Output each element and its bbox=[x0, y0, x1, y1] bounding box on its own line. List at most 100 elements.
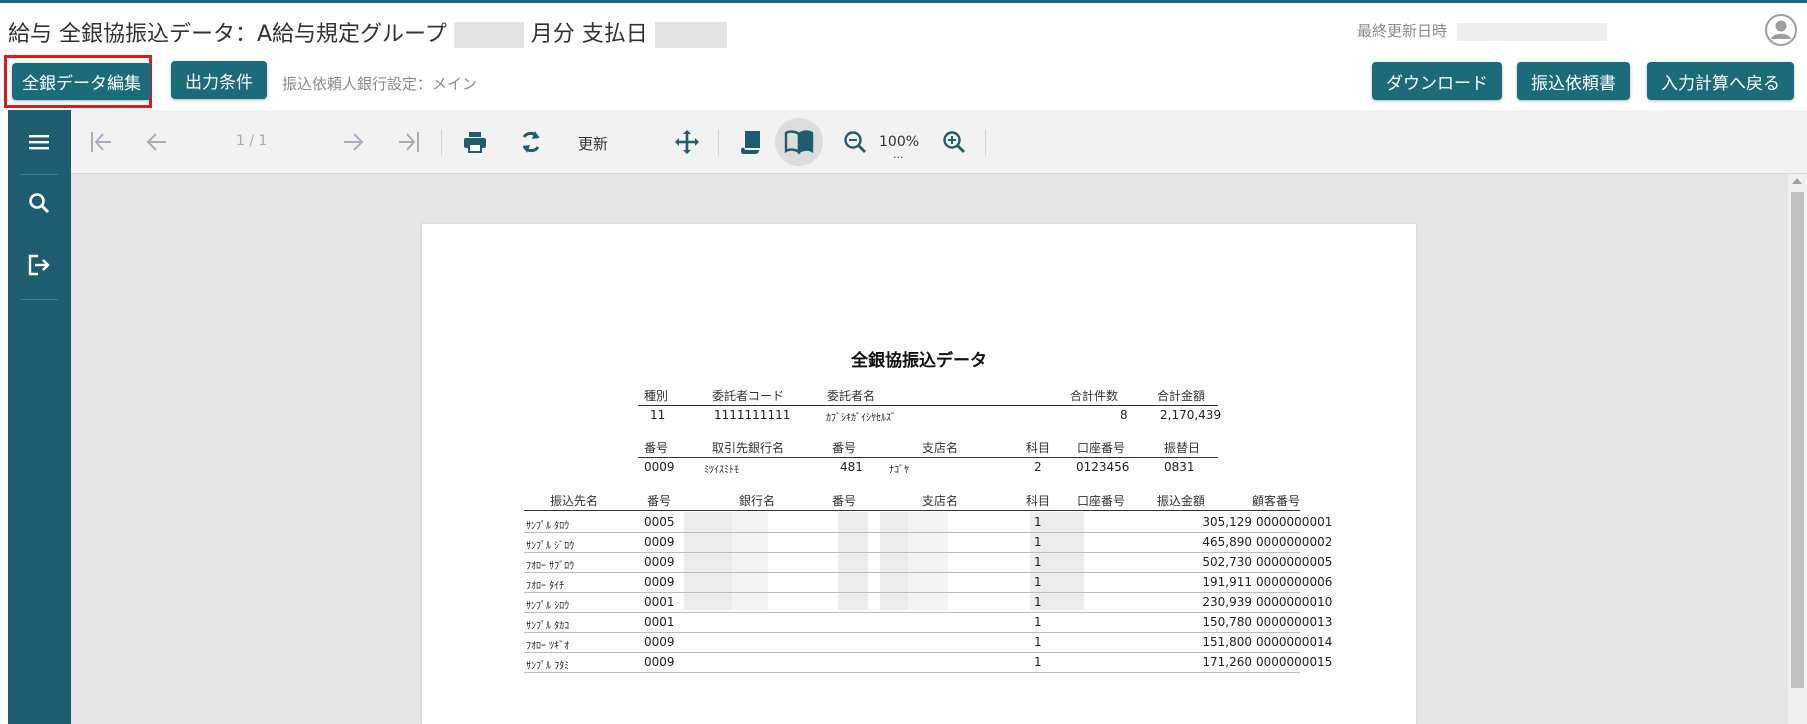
back-to-input-button[interactable]: 入力計算へ戻る bbox=[1647, 62, 1794, 100]
page-title: 給与 全銀協振込データ：A給与規定グループ 月分 支払日 bbox=[8, 16, 727, 48]
scroll-up-arrow[interactable] bbox=[1792, 178, 1802, 184]
account-type: 1 bbox=[1034, 575, 1042, 589]
col-label: 支店名 bbox=[922, 494, 959, 508]
transfer-amount: 305,129 bbox=[1202, 515, 1252, 529]
table-row bbox=[524, 572, 1300, 573]
transfer-request-button[interactable]: 振込依頼書 bbox=[1517, 62, 1630, 100]
book-view-icon[interactable] bbox=[775, 118, 823, 166]
payee-name: ｻﾝﾌﾟﾙ ﾌﾀﾐ bbox=[526, 661, 570, 672]
transfer-amount: 502,730 bbox=[1202, 555, 1252, 569]
transfer-amount: 171,260 bbox=[1202, 655, 1252, 669]
print-icon[interactable] bbox=[451, 118, 499, 166]
next-page-icon[interactable] bbox=[329, 118, 377, 166]
col-label: 銀行名 bbox=[739, 494, 776, 508]
account-type: 1 bbox=[1034, 635, 1042, 649]
viewer-toolbar: 1 / 1 更新 100% ... bbox=[71, 110, 1807, 174]
zoom-in-icon[interactable] bbox=[930, 118, 978, 166]
table-row bbox=[524, 612, 1300, 613]
menu-icon[interactable] bbox=[16, 119, 62, 165]
top-accent-line bbox=[0, 0, 1807, 3]
zoom-more[interactable]: ... bbox=[893, 148, 904, 161]
account-type: 1 bbox=[1034, 535, 1042, 549]
report-viewer: 1 / 1 更新 100% ... 全銀協振込データ 種別 委託者コード 委託者… bbox=[8, 110, 1807, 724]
col-label: 番号 bbox=[647, 494, 672, 508]
header-rule bbox=[638, 405, 1218, 406]
transfer-amount: 151,800 bbox=[1202, 635, 1252, 649]
scroll-thumb[interactable] bbox=[1791, 192, 1804, 688]
cell: 11 bbox=[650, 408, 666, 422]
customer-number: 0000000006 bbox=[1256, 575, 1333, 589]
toolbar-divider bbox=[985, 130, 986, 156]
table-row bbox=[524, 652, 1300, 653]
edit-all-button[interactable]: 全銀データ編集 bbox=[12, 63, 151, 100]
payee-name: ﾌｵﾛｰ ｻﾌﾞﾛｳ bbox=[526, 561, 575, 572]
account-type: 1 bbox=[1034, 515, 1042, 529]
export-icon[interactable] bbox=[16, 242, 62, 288]
table-row bbox=[524, 532, 1300, 533]
col-label: 振込先名 bbox=[550, 494, 599, 508]
edit-all-highlight: 全銀データ編集 bbox=[4, 55, 152, 108]
bank-setting-text: 振込依頼人銀行設定：メイン bbox=[282, 75, 478, 93]
vertical-scrollbar[interactable] bbox=[1788, 174, 1807, 724]
continuous-view-icon[interactable] bbox=[727, 118, 775, 166]
transfer-amount: 191,911 bbox=[1202, 575, 1252, 589]
detail-header-rule bbox=[524, 510, 1300, 511]
account-type: 1 bbox=[1034, 655, 1042, 669]
col-label: 番号 bbox=[832, 441, 857, 455]
page-indicator[interactable]: 1 / 1 bbox=[236, 133, 267, 149]
download-button[interactable]: ダウンロード bbox=[1372, 62, 1502, 100]
last-page-icon[interactable] bbox=[385, 118, 433, 166]
table-row bbox=[524, 592, 1300, 593]
cell: 481 bbox=[840, 460, 863, 474]
title-prefix: 給与 全銀協振込データ：A給与規定グループ bbox=[8, 22, 447, 47]
col-label: 合計金額 bbox=[1157, 389, 1206, 403]
cell: 2 bbox=[1034, 460, 1042, 474]
col-label: 支店名 bbox=[922, 441, 959, 455]
bank-number: 0005 bbox=[644, 515, 675, 529]
col-label: 委託者名 bbox=[827, 389, 876, 403]
app-root: 給与 全銀協振込データ：A給与規定グループ 月分 支払日 最終更新日時 全銀デー… bbox=[0, 0, 1807, 724]
customer-number: 0000000010 bbox=[1256, 595, 1333, 609]
col-label: 科目 bbox=[1026, 494, 1051, 508]
refresh-icon[interactable] bbox=[507, 118, 555, 166]
cell: 0123456 bbox=[1076, 460, 1130, 474]
pan-icon[interactable] bbox=[663, 118, 711, 166]
viewer-side-rail bbox=[8, 110, 71, 724]
customer-number: 0000000005 bbox=[1256, 555, 1333, 569]
col-label: 番号 bbox=[832, 494, 857, 508]
transfer-amount: 230,939 bbox=[1202, 595, 1252, 609]
rail-divider bbox=[20, 174, 58, 175]
col-label: 科目 bbox=[1026, 441, 1051, 455]
payee-name: ﾌｵﾛｰ ﾂｷﾞｵ bbox=[526, 641, 570, 652]
report-title: 全銀協振込データ bbox=[851, 351, 987, 371]
bank-number: 0001 bbox=[644, 615, 675, 629]
cell: ﾅｺﾞﾔ bbox=[889, 465, 909, 476]
bank-number: 0009 bbox=[644, 635, 675, 649]
report-page: 全銀協振込データ 種別 委託者コード 委託者名 合計件数 合計金額 11 111… bbox=[422, 224, 1416, 724]
table-row bbox=[524, 672, 1300, 673]
transfer-amount: 150,780 bbox=[1202, 615, 1252, 629]
payee-name: ｻﾝﾌﾟﾙ ﾀｶｺ bbox=[526, 621, 570, 632]
bank-number: 0009 bbox=[644, 555, 675, 569]
search-icon[interactable] bbox=[16, 180, 62, 226]
previous-page-icon[interactable] bbox=[133, 118, 181, 166]
customer-number: 0000000002 bbox=[1256, 535, 1333, 549]
last-updated: 最終更新日時 bbox=[1357, 20, 1607, 41]
bank-number: 0009 bbox=[644, 575, 675, 589]
user-avatar-icon[interactable] bbox=[1765, 14, 1797, 46]
cell: 2,170,439 bbox=[1160, 408, 1222, 422]
col-label: 口座番号 bbox=[1077, 494, 1126, 508]
first-page-icon[interactable] bbox=[77, 118, 125, 166]
redacted-bank-name bbox=[732, 512, 768, 610]
customer-number: 0000000001 bbox=[1256, 515, 1333, 529]
account-type: 1 bbox=[1034, 595, 1042, 609]
col-label: 顧客番号 bbox=[1252, 494, 1301, 508]
header-rule bbox=[638, 457, 1218, 458]
rail-divider bbox=[20, 299, 58, 300]
zoom-out-icon[interactable] bbox=[831, 118, 879, 166]
col-label: 振替日 bbox=[1164, 441, 1201, 455]
redacted-bank-name bbox=[684, 512, 732, 610]
cell: 0831 bbox=[1164, 460, 1195, 474]
refresh-label[interactable]: 更新 bbox=[578, 133, 608, 154]
output-conditions-button[interactable]: 出力条件 bbox=[171, 61, 267, 99]
